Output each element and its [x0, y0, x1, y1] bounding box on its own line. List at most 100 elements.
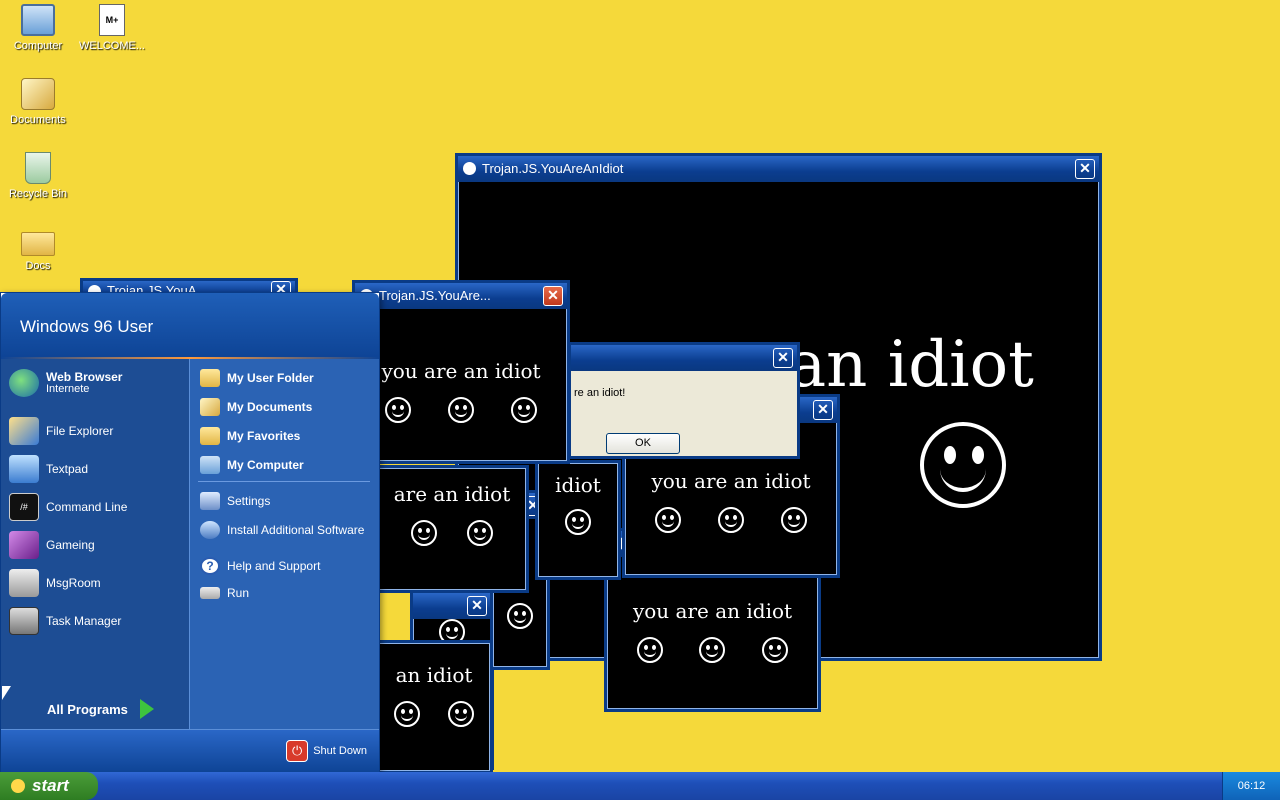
- smiley-icon: [448, 701, 474, 727]
- computer-icon: [21, 4, 55, 36]
- markdown-file-icon: M+: [99, 4, 125, 36]
- popup-window[interactable]: are an idiot: [375, 465, 529, 593]
- run-icon: [200, 587, 220, 599]
- shutdown-button[interactable]: ⏻ Shut Down: [286, 740, 367, 762]
- smiley-icon: [11, 779, 25, 793]
- place-install-software[interactable]: Install Additional Software: [200, 521, 364, 539]
- dialog-titlebar[interactable]: ✕: [571, 345, 797, 371]
- close-button[interactable]: ✕: [1075, 159, 1095, 179]
- window-message: idiot: [555, 473, 601, 497]
- divider: [198, 481, 370, 482]
- window-title: Trojan.JS.YouAreAnIdiot: [482, 161, 624, 176]
- smiley-row: [378, 701, 490, 727]
- window-titlebar[interactable]: Trojan.JS.YouAreAnIdiot ✕: [458, 156, 1099, 182]
- window-message: an idiot: [788, 328, 1034, 402]
- place-label: Install Additional Software: [227, 523, 365, 537]
- place-my-documents[interactable]: My Documents: [200, 398, 312, 416]
- mouse-cursor-icon: [2, 686, 11, 700]
- textpad-icon: [9, 455, 39, 483]
- program-label: File Explorer: [46, 424, 114, 438]
- program-textpad[interactable]: Textpad: [9, 455, 88, 483]
- place-label: My User Folder: [227, 371, 314, 385]
- window-message: an idiot: [395, 663, 473, 687]
- dialog-message: re an idiot!: [574, 387, 626, 399]
- window-message: you are an idiot: [632, 599, 793, 623]
- place-label: My Computer: [227, 458, 304, 472]
- game-cube-icon: [9, 531, 39, 559]
- program-sublabel: Internete: [46, 383, 90, 395]
- folder-icon: [200, 369, 220, 387]
- start-menu[interactable]: Windows 96 User Web Browser Internete Fi…: [0, 292, 380, 772]
- close-button[interactable]: ✕: [467, 596, 487, 616]
- place-label: Help and Support: [227, 559, 321, 573]
- window-titlebar[interactable]: ✕: [413, 593, 491, 619]
- place-run[interactable]: Run: [200, 586, 249, 600]
- window-titlebar[interactable]: Trojan.JS.YouAre... ✕: [355, 283, 567, 309]
- smiley-icon: [717, 507, 744, 533]
- task-manager-icon: [9, 607, 39, 635]
- place-my-user-folder[interactable]: My User Folder: [200, 369, 314, 387]
- documents-icon: [21, 78, 55, 110]
- program-command-line[interactable]: /# Command Line: [9, 493, 127, 521]
- desktop-icon-documents[interactable]: Documents: [0, 78, 76, 126]
- user-name: Windows 96 User: [20, 317, 154, 336]
- program-web-browser[interactable]: Web Browser Internete: [9, 369, 122, 397]
- place-my-favorites[interactable]: My Favorites: [200, 427, 300, 445]
- smiley-row: [625, 507, 837, 533]
- arrow-right-icon: [139, 699, 154, 719]
- program-gameing[interactable]: Gameing: [9, 531, 95, 559]
- desktop-icon-recycle-bin[interactable]: Recycle Bin: [0, 152, 76, 200]
- program-label: MsgRoom: [46, 576, 101, 590]
- smiley-row: [538, 509, 618, 535]
- desktop-icon-docs[interactable]: Docs: [0, 226, 76, 272]
- folder-icon: [200, 427, 220, 445]
- settings-icon: [200, 492, 220, 510]
- alert-dialog[interactable]: ✕ re an idiot! OK: [568, 342, 800, 459]
- place-my-computer[interactable]: My Computer: [200, 456, 304, 474]
- close-button[interactable]: ✕: [813, 400, 833, 420]
- program-msgroom[interactable]: MsgRoom: [9, 569, 101, 597]
- window-title: Trojan.JS.YouAre...: [379, 288, 491, 303]
- ok-button[interactable]: OK: [606, 433, 680, 454]
- close-button[interactable]: ✕: [773, 348, 793, 368]
- desktop-icon-label: Docs: [25, 260, 51, 272]
- smiley-icon: [507, 603, 533, 629]
- desktop-icon-label: Computer: [13, 40, 63, 52]
- program-label: Task Manager: [46, 614, 122, 628]
- smiley-icon: [699, 637, 726, 663]
- smiley-icon: [761, 637, 788, 663]
- popup-window[interactable]: Trojan.JS.YouAre... ✕ you are an idiot: [352, 280, 570, 464]
- help-icon: ?: [200, 557, 220, 575]
- desktop-icon-welcome[interactable]: M+ WELCOME...: [74, 4, 150, 52]
- big-smiley-icon: [920, 422, 1006, 508]
- program-label: Command Line: [46, 500, 128, 514]
- place-label: My Favorites: [227, 429, 301, 443]
- system-tray: 06:12: [1222, 772, 1280, 800]
- place-help[interactable]: ? Help and Support: [200, 557, 320, 575]
- start-label: start: [32, 776, 69, 795]
- popup-window[interactable]: an idiot: [375, 640, 493, 774]
- recycle-bin-icon: [25, 152, 51, 184]
- folder-icon: [21, 232, 55, 256]
- chat-icon: [9, 569, 39, 597]
- clock[interactable]: 06:12: [1238, 780, 1266, 792]
- taskbar: start 06:12: [0, 772, 1280, 800]
- desktop-icon-computer[interactable]: Computer: [0, 4, 76, 52]
- close-button[interactable]: ✕: [543, 286, 563, 306]
- program-file-explorer[interactable]: File Explorer: [9, 417, 113, 445]
- smiley-icon: [467, 520, 493, 546]
- power-icon: ⏻: [286, 740, 309, 762]
- place-settings[interactable]: Settings: [200, 492, 270, 510]
- smiley-icon: [565, 509, 591, 535]
- start-button[interactable]: start: [0, 772, 98, 800]
- desktop-icon-label: WELCOME...: [78, 40, 145, 52]
- program-label: Textpad: [46, 462, 89, 476]
- program-task-manager[interactable]: Task Manager: [9, 607, 121, 635]
- smiley-icon: [411, 520, 437, 546]
- terminal-icon: /#: [9, 493, 39, 521]
- window-message: you are an idiot: [381, 359, 541, 383]
- smiley-icon: [463, 162, 476, 175]
- shutdown-label: Shut Down: [313, 745, 367, 757]
- all-programs-button[interactable]: All Programs: [47, 699, 154, 719]
- popup-window[interactable]: idiot: [535, 460, 621, 580]
